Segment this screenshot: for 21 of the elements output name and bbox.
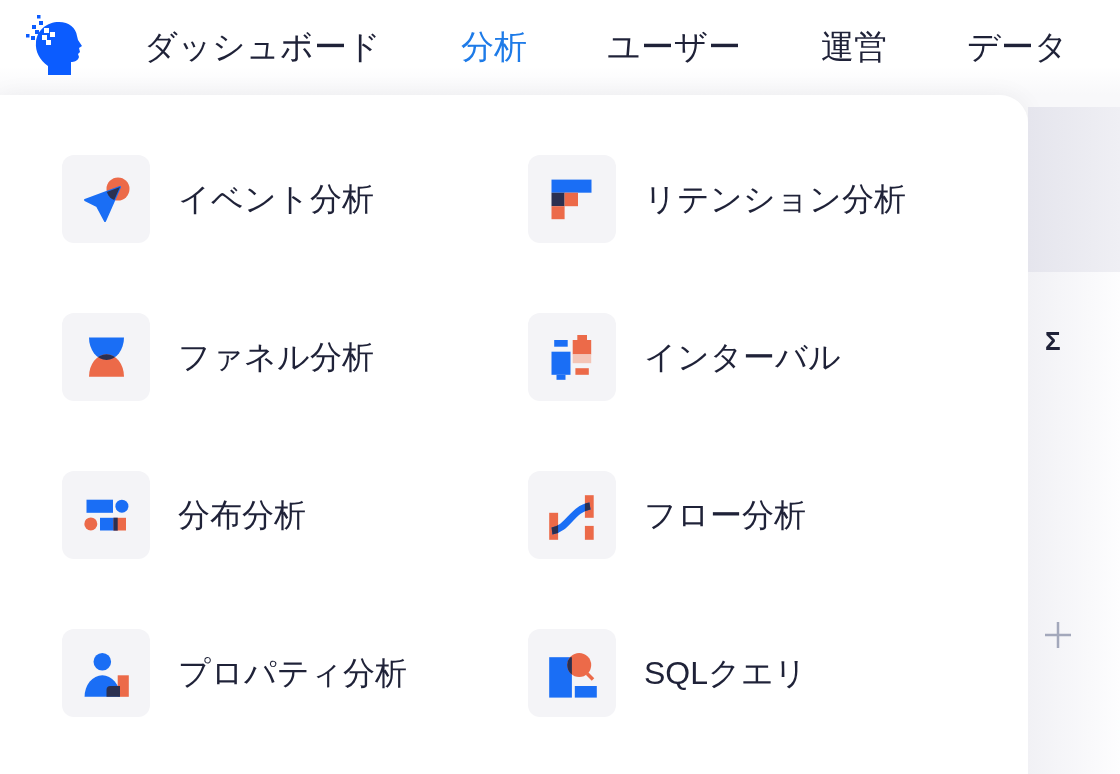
curve-icon xyxy=(528,471,616,559)
menu-item[interactable]: イベント分析 xyxy=(62,155,528,243)
menu-item[interactable]: 分布分析 xyxy=(62,471,528,559)
menu-item[interactable]: SQLクエリ xyxy=(528,629,968,717)
nav-tab[interactable]: 分析 xyxy=(461,29,527,63)
menu-item[interactable]: フロー分析 xyxy=(528,471,968,559)
magnifier-icon xyxy=(528,629,616,717)
stair-blocks-icon xyxy=(528,155,616,243)
nav-tab[interactable]: ダッシュボード xyxy=(144,29,381,63)
menu-item[interactable]: ファネル分析 xyxy=(62,313,528,401)
shapes-icon xyxy=(62,471,150,559)
hourglass-icon xyxy=(62,313,150,401)
sigma-symbol[interactable]: Σ xyxy=(1045,328,1061,354)
menu-item[interactable]: リテンション分析 xyxy=(528,155,968,243)
menu-item[interactable]: プロパティ分析 xyxy=(62,629,528,717)
nav-tab[interactable]: ユーザー xyxy=(607,29,741,63)
nav-tab[interactable]: 運営 xyxy=(821,29,887,63)
menu-item[interactable]: インターバル xyxy=(528,313,968,401)
battery-blocks-icon xyxy=(528,313,616,401)
nav-tab[interactable]: データ xyxy=(967,29,1068,63)
person-icon xyxy=(62,629,150,717)
